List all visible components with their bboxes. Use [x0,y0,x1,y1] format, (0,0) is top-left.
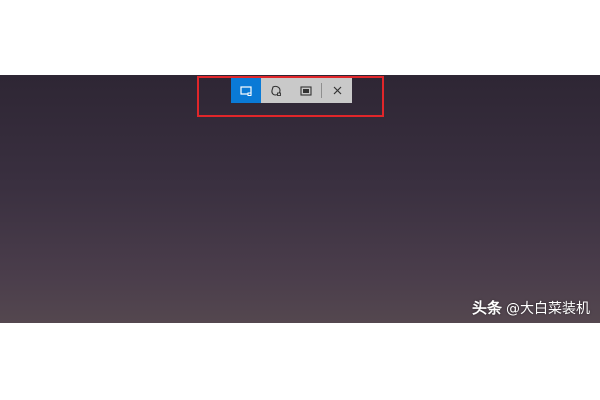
watermark-handle: @大白菜装机 [506,300,590,317]
snip-toolbar [231,78,352,103]
watermark: 头条 @大白菜装机 [472,297,590,318]
watermark-brand: 头条 [471,299,502,317]
rectangle-snip-button[interactable] [231,78,261,103]
freeform-snip-icon [271,85,281,96]
desktop-background [0,75,600,323]
rectangle-snip-icon [240,85,252,96]
freeform-snip-button[interactable] [261,78,291,103]
window-snip-button[interactable] [291,78,321,103]
window-snip-icon [300,85,312,96]
close-icon [333,86,341,95]
page: 头条 @大白菜装机 [0,0,600,400]
close-snip-button[interactable] [322,78,352,103]
